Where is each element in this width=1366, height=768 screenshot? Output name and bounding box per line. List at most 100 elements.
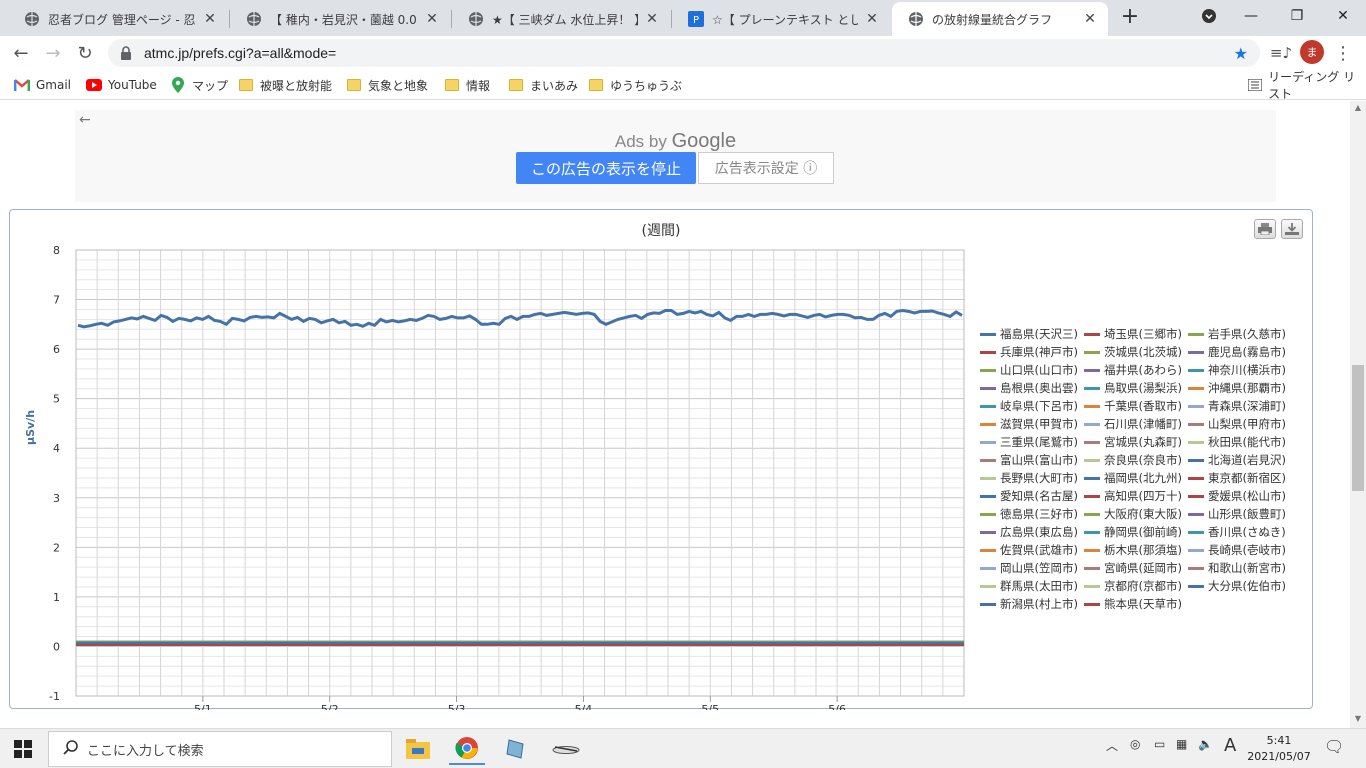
minimize-button[interactable]: — (1228, 0, 1274, 32)
app-icon[interactable] (548, 733, 584, 765)
address-bar[interactable]: atmc.jp/prefs.cgi?a=all&mode= ★ (108, 39, 1260, 67)
meet-now-icon[interactable]: ◎ (1130, 737, 1140, 751)
legend-item[interactable]: 東京都(新宿区) (1188, 470, 1286, 486)
tab-radiation-graph[interactable]: の放射線量統合グラフ ✕ (892, 2, 1108, 36)
legend-item[interactable]: 青森県(深浦町) (1188, 398, 1286, 414)
forward-button[interactable]: → (40, 40, 66, 66)
tab-sankyo-dam[interactable]: ★【 三峡ダム 水位上昇！ 】★ ✕ (452, 2, 670, 36)
reading-list-button[interactable]: リーディング リスト (1248, 70, 1366, 101)
tab-ninja-blog[interactable]: 忍者ブログ 管理ページ - 忍者ツ- ✕ (8, 2, 228, 36)
legend-item[interactable]: 岡山県(笠岡市) (980, 560, 1078, 576)
tab-wakkanai[interactable]: 【 稚内・岩見沢・薗越 0.0 ４ ４ ✕ (230, 2, 450, 36)
legend-item[interactable]: 茨城県(北茨城) (1084, 344, 1182, 360)
legend-item[interactable]: 新潟県(村上市) (980, 596, 1078, 612)
legend-item[interactable]: 埼玉県(三郷市) (1084, 326, 1182, 342)
legend-item[interactable]: 岐阜県(下呂市) (980, 398, 1078, 414)
legend-item[interactable]: 大分県(佐伯市) (1188, 578, 1286, 594)
legend-item[interactable]: 千葉県(香取市) (1084, 398, 1182, 414)
legend-item[interactable]: 秋田県(能代市) (1188, 434, 1286, 450)
legend-item[interactable]: 島根県(奥出雲) (980, 380, 1078, 396)
bookmark-folder[interactable]: ゆうちゅうぶ (588, 76, 682, 94)
maximize-button[interactable]: ❐ (1274, 0, 1320, 32)
legend-item[interactable]: 佐賀県(武雄市) (980, 542, 1078, 558)
legend-item[interactable]: 熊本県(天草市) (1084, 596, 1182, 612)
network-icon[interactable]: ▦ (1176, 737, 1187, 751)
chrome-icon[interactable] (449, 733, 485, 765)
bookmark-maps[interactable]: マップ (170, 76, 228, 94)
legend-item[interactable]: 京都府(京都市) (1084, 578, 1182, 594)
legend-item[interactable]: 香川県(さぬき) (1188, 524, 1286, 540)
legend-item[interactable]: 鹿児島(霧島市) (1188, 344, 1286, 360)
ime-indicator[interactable]: A (1224, 735, 1236, 756)
legend-item[interactable]: 長野県(大町市) (980, 470, 1078, 486)
legend-item[interactable]: 群馬県(太田市) (980, 578, 1078, 594)
legend-item[interactable]: 山形県(飯豊町) (1188, 506, 1286, 522)
bookmark-folder[interactable]: 情報 (444, 76, 490, 94)
legend-item[interactable]: 福島県(天沢三) (980, 326, 1078, 342)
legend-item[interactable]: 徳島県(三好市) (980, 506, 1078, 522)
legend-item[interactable]: 鳥取県(湯梨浜) (1084, 380, 1182, 396)
legend-item[interactable]: 神奈川(横浜市) (1188, 362, 1286, 378)
legend-item[interactable]: 北海道(岩見沢) (1188, 452, 1286, 468)
bookmark-star-icon[interactable]: ★ (1234, 44, 1248, 63)
legend-item[interactable]: 岩手県(久慈市) (1188, 326, 1286, 342)
taskbar-search[interactable]: ここに入力して検索 (48, 731, 392, 767)
battery-icon[interactable]: ▭ (1154, 737, 1165, 751)
menu-kebab-icon[interactable]: ⋮ (1330, 40, 1356, 66)
tab-plain-text[interactable]: P ☆【 プレーンテキスト として 貼りつ ✕ (672, 2, 890, 36)
ad-back-arrow-icon[interactable]: ← (79, 112, 91, 128)
legend-item[interactable]: 栃木県(那須塩) (1084, 542, 1182, 558)
notification-icon[interactable]: 🗨 (1324, 737, 1344, 756)
legend-item[interactable]: 沖縄県(那覇市) (1188, 380, 1286, 396)
legend-item[interactable]: 富山県(富山市) (980, 452, 1078, 468)
legend-item[interactable]: 福岡県(北九州) (1084, 470, 1182, 486)
media-control-icon[interactable]: ≡♪ (1268, 40, 1294, 66)
legend-item[interactable]: 広島県(東広島) (980, 524, 1078, 540)
legend-item[interactable]: 兵庫県(神戸市) (980, 344, 1078, 360)
windows-start-icon[interactable] (14, 740, 32, 758)
taskbar-clock[interactable]: 5:41 2021/05/07 (1246, 733, 1312, 765)
tab-close-icon[interactable]: ✕ (1082, 11, 1098, 27)
legend-item[interactable]: 和歌山(新宮市) (1188, 560, 1286, 576)
legend-item[interactable]: 石川県(津幡町) (1084, 416, 1182, 432)
tab-search-button[interactable] (1186, 0, 1232, 32)
file-explorer-icon[interactable] (400, 733, 436, 765)
bookmark-folder[interactable]: まいあみ (508, 76, 578, 94)
scrollbar-thumb[interactable] (1352, 365, 1364, 491)
scroll-up-arrow-icon[interactable]: ▲ (1352, 103, 1364, 115)
legend-item[interactable]: 山口県(山口市) (980, 362, 1078, 378)
bookmark-youtube[interactable]: YouTube (86, 76, 157, 94)
legend-item[interactable]: 山梨県(甲府市) (1188, 416, 1286, 432)
notepad-icon[interactable] (498, 733, 534, 765)
legend-item[interactable]: 長崎県(壱岐市) (1188, 542, 1286, 558)
legend-item[interactable]: 滋賀県(甲賀市) (980, 416, 1078, 432)
ad-settings-button[interactable]: 広告表示設定 ⓘ (698, 152, 834, 184)
legend-item[interactable]: 福井県(あわら) (1084, 362, 1182, 378)
legend-item[interactable]: 宮崎県(延岡市) (1084, 560, 1182, 576)
legend-item[interactable]: 三重県(尾鷲市) (980, 434, 1078, 450)
tray-chevron-up-icon[interactable]: ︿ (1106, 737, 1118, 754)
url-text[interactable]: atmc.jp/prefs.cgi?a=all&mode= (144, 45, 336, 61)
legend-item[interactable]: 宮城県(丸森町) (1084, 434, 1182, 450)
bookmark-folder[interactable]: 被曝と放射能 (238, 76, 332, 94)
legend-item[interactable]: 奈良県(奈良市) (1084, 452, 1182, 468)
tab-close-icon[interactable]: ✕ (424, 11, 440, 27)
legend-item[interactable]: 愛知県(名古屋) (980, 488, 1078, 504)
back-button[interactable]: ← (8, 40, 34, 66)
profile-avatar[interactable]: ま (1300, 40, 1324, 64)
tab-close-icon[interactable]: ✕ (644, 11, 660, 27)
bookmark-folder[interactable]: 気象と地象 (346, 76, 428, 94)
tab-close-icon[interactable]: ✕ (202, 11, 218, 27)
legend-item[interactable]: 高知県(四万十) (1084, 488, 1182, 504)
close-window-button[interactable]: ✕ (1320, 0, 1366, 32)
new-tab-button[interactable]: + (1118, 6, 1142, 30)
scroll-down-arrow-icon[interactable]: ▼ (1352, 714, 1364, 726)
volume-icon[interactable]: 🔈 (1198, 737, 1213, 751)
lock-icon[interactable] (120, 46, 134, 60)
legend-item[interactable]: 愛媛県(松山市) (1188, 488, 1286, 504)
legend-item[interactable]: 静岡県(御前崎) (1084, 524, 1182, 540)
tab-close-icon[interactable]: ✕ (864, 11, 880, 27)
stop-ad-button[interactable]: この広告の表示を停止 (516, 152, 696, 184)
reload-button[interactable]: ↻ (72, 40, 98, 66)
legend-item[interactable]: 大阪府(東大阪) (1084, 506, 1182, 522)
